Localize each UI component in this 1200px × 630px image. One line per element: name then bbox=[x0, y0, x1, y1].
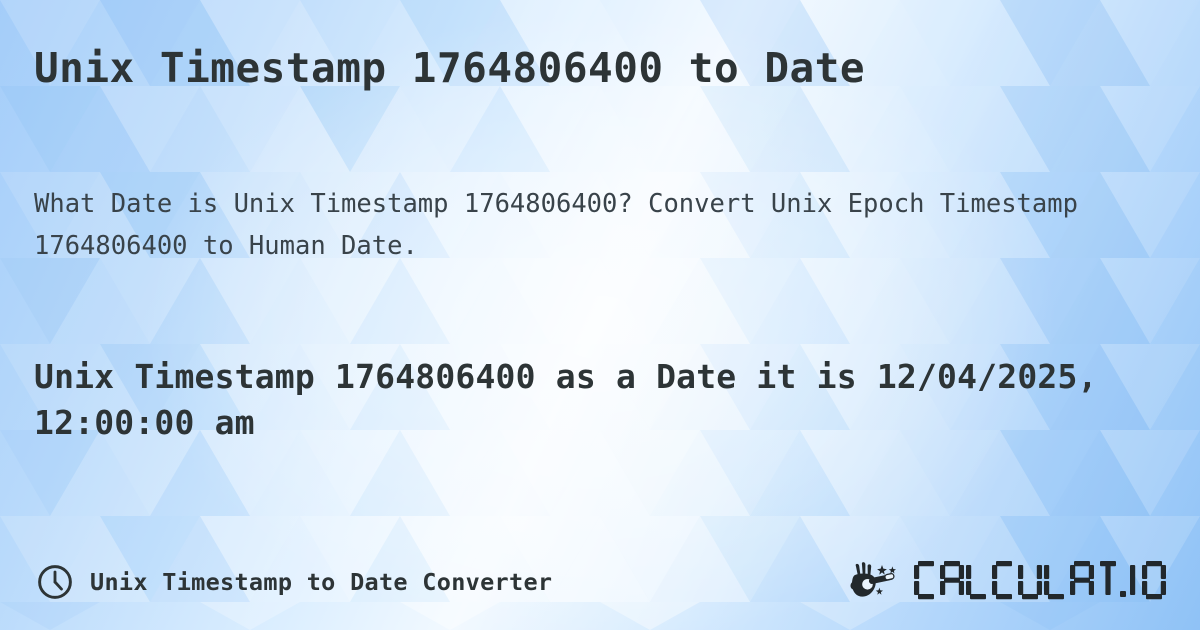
brand-name-lcd bbox=[914, 561, 1166, 600]
footer-bar: Unix Timestamp to Date Converter bbox=[0, 534, 1200, 630]
content-area: Unix Timestamp 1764806400 to Date What D… bbox=[0, 0, 1200, 630]
page-title: Unix Timestamp 1764806400 to Date bbox=[34, 44, 866, 92]
og-image-canvas: Unix Timestamp 1764806400 to Date What D… bbox=[0, 0, 1200, 630]
clock-icon bbox=[36, 563, 74, 601]
footer-branding-left: Unix Timestamp to Date Converter bbox=[36, 563, 552, 601]
magic-wand-hand-icon bbox=[847, 560, 907, 604]
page-description: What Date is Unix Timestamp 1764806400? … bbox=[34, 189, 1078, 261]
brand-name bbox=[914, 561, 1166, 603]
brand-logo bbox=[847, 560, 1166, 604]
footer-label: Unix Timestamp to Date Converter bbox=[90, 568, 553, 596]
conversion-result-text: Unix Timestamp 1764806400 as a Date it i… bbox=[34, 357, 1098, 442]
